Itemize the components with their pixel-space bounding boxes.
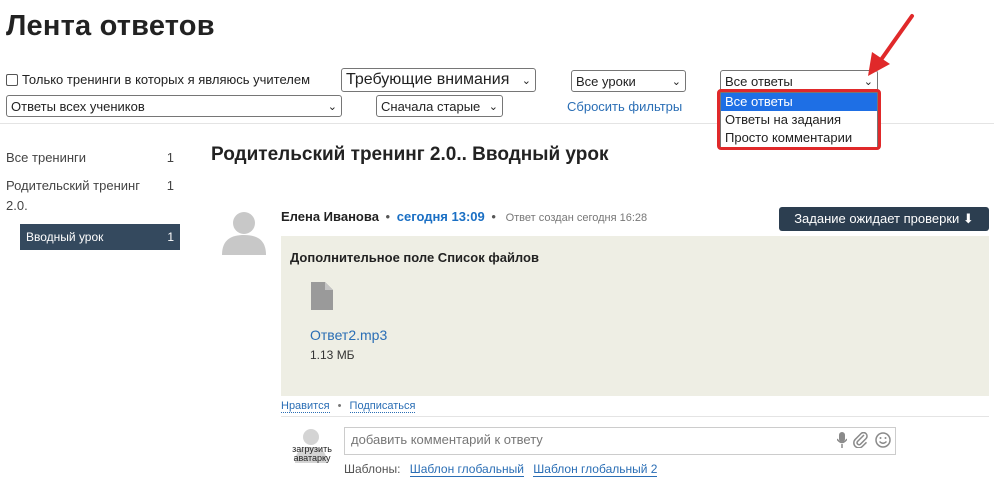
like-link[interactable]: Нравится [281,400,330,413]
separator-dot: • [337,400,342,412]
smiley-icon[interactable] [875,432,891,448]
sort-select-value: Сначала старые [381,98,481,114]
students-select[interactable]: Ответы всех учеников ⌄ [6,95,342,117]
sidebar-item-count: 1 [167,230,174,244]
chevron-down-icon: ⌄ [488,100,498,113]
highlight-frame [717,89,881,150]
teacher-only-label: Только тренинги в которых я являюсь учит… [22,72,311,87]
reset-filters-link[interactable]: Сбросить фильтры [567,99,682,114]
status-button[interactable]: Задание ожидает проверки ⬇ [779,207,989,231]
answer-type-select-value: Все ответы [725,73,793,89]
file-size: 1.13 МБ [310,348,355,362]
sidebar-item-label: Родительский тренинг 2.0. [6,178,140,213]
status-select[interactable]: Требующие внимания ⌄ [341,68,536,92]
chevron-down-icon: ⌄ [327,100,337,113]
avatar-placeholder-icon [220,209,268,255]
sort-select[interactable]: Сначала старые ⌄ [376,95,503,117]
answer-time-link[interactable]: сегодня 13:09 [397,209,485,224]
sidebar-item-parent-training[interactable]: Родительский тренинг 2.0. 1 [6,174,174,218]
answer-actions: Нравится • Подписаться [281,400,416,413]
lesson-title: Родительский тренинг 2.0.. Вводный урок [211,144,609,165]
microphone-icon[interactable] [837,432,847,448]
subscribe-link[interactable]: Подписаться [349,400,416,413]
chevron-down-icon: ⌄ [521,74,531,87]
lessons-select-value: Все уроки [576,73,636,89]
file-download-link[interactable]: Ответ2.mp3 [310,327,387,343]
teacher-only-checkbox[interactable] [6,73,18,86]
page-title: Лента ответов [6,10,215,42]
author-name[interactable]: Елена Иванова [281,209,379,224]
sidebar: Все тренинги 1 Родительский тренинг 2.0.… [6,148,180,250]
separator-dot: • [385,209,391,224]
status-select-value: Требующие внимания [346,71,510,88]
students-select-value: Ответы всех учеников [11,98,145,114]
sidebar-item-count: 1 [166,178,174,193]
comment-divider [281,416,989,417]
teacher-only-filter[interactable]: Только тренинги в которых я являюсь учит… [6,72,310,87]
file-icon [311,282,333,310]
separator-dot: • [491,209,496,224]
answer-created-time: Ответ создан сегодня 16:28 [505,212,648,224]
lessons-select[interactable]: Все уроки ⌄ [571,70,686,92]
sidebar-item-all-trainings[interactable]: Все тренинги 1 [6,148,180,170]
comment-placeholder: добавить комментарий к ответу [351,432,543,447]
templates-row: Шаблоны: Шаблон глобальный Шаблон глобал… [344,462,658,477]
annotation-arrow-icon [868,14,914,76]
answer-author-line: Елена Иванова • сегодня 13:09 • Ответ со… [281,209,647,224]
sidebar-item-label: Все тренинги [6,150,87,165]
upload-avatar-label[interactable]: загрузить аватарку [283,445,341,463]
sidebar-item-intro-lesson[interactable]: Вводный урок 1 [20,224,180,250]
template-link[interactable]: Шаблон глобальный [409,462,524,477]
sidebar-item-count: 1 [166,150,174,165]
paperclip-icon[interactable] [853,432,869,448]
template-link[interactable]: Шаблон глобальный 2 [533,462,658,477]
sidebar-item-label: Вводный урок [26,230,104,244]
chevron-down-icon: ⌄ [671,75,681,88]
templates-label: Шаблоны: [344,462,401,476]
comment-tools [837,432,891,448]
field-title: Дополнительное поле Список файлов [290,250,539,265]
answer-content-box: Дополнительное поле Список файлов Ответ2… [281,236,989,396]
comment-input[interactable]: добавить комментарий к ответу [344,427,896,455]
